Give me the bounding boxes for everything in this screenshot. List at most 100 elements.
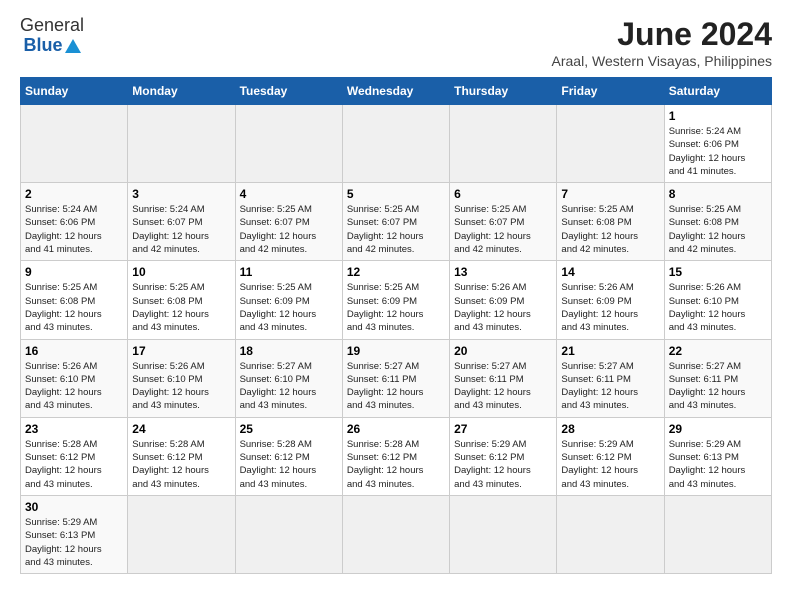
day-info: Sunrise: 5:29 AMSunset: 6:12 PMDaylight:… (454, 438, 552, 491)
calendar-day-cell: 7Sunrise: 5:25 AMSunset: 6:08 PMDaylight… (557, 183, 664, 261)
day-info: Sunrise: 5:27 AMSunset: 6:11 PMDaylight:… (347, 360, 445, 413)
calendar-week-row: 1 Sunrise: 5:24 AMSunset: 6:06 PMDaylight… (21, 105, 772, 183)
day-info: Sunrise: 5:28 AMSunset: 6:12 PMDaylight:… (347, 438, 445, 491)
calendar-day-cell: 12Sunrise: 5:25 AMSunset: 6:09 PMDayligh… (342, 261, 449, 339)
day-number: 26 (347, 422, 445, 436)
day-info: Sunrise: 5:27 AMSunset: 6:10 PMDaylight:… (240, 360, 338, 413)
logo-triangle-icon (65, 39, 81, 53)
day-number: 24 (132, 422, 230, 436)
day-number: 23 (25, 422, 123, 436)
day-info: Sunrise: 5:25 AMSunset: 6:08 PMDaylight:… (669, 203, 767, 256)
day-number: 2 (25, 187, 123, 201)
day-number: 18 (240, 344, 338, 358)
header-tuesday: Tuesday (235, 78, 342, 105)
day-info: Sunrise: 5:26 AMSunset: 6:10 PMDaylight:… (132, 360, 230, 413)
calendar-day-cell: 18 Sunrise: 5:27 AMSunset: 6:10 PMDayligh… (235, 339, 342, 417)
day-number: 15 (669, 265, 767, 279)
day-info: Sunrise: 5:27 AMSunset: 6:11 PMDaylight:… (669, 360, 767, 413)
calendar-week-row: 23 Sunrise: 5:28 AMSunset: 6:12 PMDayligh… (21, 417, 772, 495)
calendar-day-cell: 30 Sunrise: 5:29 AMSunset: 6:13 PMDayligh… (21, 495, 128, 573)
calendar-day-cell (557, 105, 664, 183)
page-header: General Blue June 2024 Araal, Western Vi… (20, 16, 772, 69)
calendar-day-cell: 22Sunrise: 5:27 AMSunset: 6:11 PMDayligh… (664, 339, 771, 417)
calendar-day-cell: 11Sunrise: 5:25 AMSunset: 6:09 PMDayligh… (235, 261, 342, 339)
day-info: Sunrise: 5:28 AMSunset: 6:12 PMDaylight:… (240, 438, 338, 491)
day-info: Sunrise: 5:26 AMSunset: 6:09 PMDaylight:… (454, 281, 552, 334)
calendar-day-cell: 20 Sunrise: 5:27 AMSunset: 6:11 PMDayligh… (450, 339, 557, 417)
day-info: Sunrise: 5:25 AMSunset: 6:07 PMDaylight:… (454, 203, 552, 256)
calendar-day-cell: 10 Sunrise: 5:25 AMSunset: 6:08 PMDayligh… (128, 261, 235, 339)
calendar-day-cell: 23Sunrise: 5:28 AMSunset: 6:12 PMDayligh… (21, 417, 128, 495)
header-monday: Monday (128, 78, 235, 105)
day-number: 4 (240, 187, 338, 201)
calendar-day-cell: 26 Sunrise: 5:28 AMSunset: 6:12 PMDayligh… (342, 417, 449, 495)
day-number: 8 (669, 187, 767, 201)
calendar-week-row: 30 Sunrise: 5:29 AMSunset: 6:13 PMDayligh… (21, 495, 772, 573)
calendar-week-row: 16 Sunrise: 5:26 AMSunset: 6:10 PMDayligh… (21, 339, 772, 417)
day-number: 21 (561, 344, 659, 358)
day-info: Sunrise: 5:26 AMSunset: 6:10 PMDaylight:… (669, 281, 767, 334)
calendar-day-cell: 3 Sunrise: 5:24 AMSunset: 6:07 PMDaylight… (128, 183, 235, 261)
calendar-day-cell: 21 Sunrise: 5:27 AMSunset: 6:11 PMDayligh… (557, 339, 664, 417)
header-sunday: Sunday (21, 78, 128, 105)
day-info: Sunrise: 5:25 AMSunset: 6:08 PMDaylight:… (132, 281, 230, 334)
day-number: 5 (347, 187, 445, 201)
calendar-table: SundayMondayTuesdayWednesdayThursdayFrid… (20, 77, 772, 574)
calendar-day-cell: 2 Sunrise: 5:24 AMSunset: 6:06 PMDaylight… (21, 183, 128, 261)
day-info: Sunrise: 5:25 AMSunset: 6:07 PMDaylight:… (240, 203, 338, 256)
calendar-day-cell: 17 Sunrise: 5:26 AMSunset: 6:10 PMDayligh… (128, 339, 235, 417)
day-number: 19 (347, 344, 445, 358)
calendar-week-row: 2 Sunrise: 5:24 AMSunset: 6:06 PMDaylight… (21, 183, 772, 261)
logo-blue-text: Blue (24, 36, 63, 56)
day-number: 1 (669, 109, 767, 123)
day-info: Sunrise: 5:29 AMSunset: 6:12 PMDaylight:… (561, 438, 659, 491)
day-info: Sunrise: 5:24 AMSunset: 6:06 PMDaylight:… (25, 203, 123, 256)
calendar-day-cell: 25 Sunrise: 5:28 AMSunset: 6:12 PMDayligh… (235, 417, 342, 495)
calendar-day-cell: 27 Sunrise: 5:29 AMSunset: 6:12 PMDayligh… (450, 417, 557, 495)
title-block: June 2024 Araal, Western Visayas, Philip… (552, 16, 772, 69)
day-number: 28 (561, 422, 659, 436)
calendar-day-cell (557, 495, 664, 573)
day-number: 3 (132, 187, 230, 201)
calendar-day-cell: 29Sunrise: 5:29 AMSunset: 6:13 PMDayligh… (664, 417, 771, 495)
day-info: Sunrise: 5:26 AMSunset: 6:09 PMDaylight:… (561, 281, 659, 334)
calendar-day-cell: 13 Sunrise: 5:26 AMSunset: 6:09 PMDayligh… (450, 261, 557, 339)
header-wednesday: Wednesday (342, 78, 449, 105)
day-info: Sunrise: 5:26 AMSunset: 6:10 PMDaylight:… (25, 360, 123, 413)
day-info: Sunrise: 5:25 AMSunset: 6:09 PMDaylight:… (240, 281, 338, 334)
calendar-subtitle: Araal, Western Visayas, Philippines (552, 53, 772, 69)
day-number: 16 (25, 344, 123, 358)
day-number: 29 (669, 422, 767, 436)
calendar-title: June 2024 (552, 16, 772, 53)
day-info: Sunrise: 5:29 AMSunset: 6:13 PMDaylight:… (25, 516, 123, 569)
calendar-day-cell (664, 495, 771, 573)
day-info: Sunrise: 5:24 AMSunset: 6:07 PMDaylight:… (132, 203, 230, 256)
calendar-day-cell (450, 105, 557, 183)
calendar-day-cell (235, 105, 342, 183)
day-number: 13 (454, 265, 552, 279)
day-number: 30 (25, 500, 123, 514)
calendar-day-cell (128, 105, 235, 183)
day-number: 17 (132, 344, 230, 358)
logo-general-text: General (20, 16, 84, 36)
calendar-day-cell: 16 Sunrise: 5:26 AMSunset: 6:10 PMDayligh… (21, 339, 128, 417)
day-number: 20 (454, 344, 552, 358)
day-info: Sunrise: 5:25 AMSunset: 6:09 PMDaylight:… (347, 281, 445, 334)
day-number: 14 (561, 265, 659, 279)
day-info: Sunrise: 5:25 AMSunset: 6:07 PMDaylight:… (347, 203, 445, 256)
calendar-day-cell: 6Sunrise: 5:25 AMSunset: 6:07 PMDaylight… (450, 183, 557, 261)
day-number: 9 (25, 265, 123, 279)
calendar-day-cell: 28 Sunrise: 5:29 AMSunset: 6:12 PMDayligh… (557, 417, 664, 495)
logo: General Blue (20, 16, 84, 56)
calendar-day-cell (235, 495, 342, 573)
day-info: Sunrise: 5:24 AMSunset: 6:06 PMDaylight:… (669, 125, 767, 178)
day-number: 10 (132, 265, 230, 279)
header-thursday: Thursday (450, 78, 557, 105)
calendar-day-cell: 14 Sunrise: 5:26 AMSunset: 6:09 PMDayligh… (557, 261, 664, 339)
day-number: 27 (454, 422, 552, 436)
day-number: 25 (240, 422, 338, 436)
day-info: Sunrise: 5:27 AMSunset: 6:11 PMDaylight:… (454, 360, 552, 413)
day-info: Sunrise: 5:27 AMSunset: 6:11 PMDaylight:… (561, 360, 659, 413)
header-saturday: Saturday (664, 78, 771, 105)
calendar-header-row: SundayMondayTuesdayWednesdayThursdayFrid… (21, 78, 772, 105)
